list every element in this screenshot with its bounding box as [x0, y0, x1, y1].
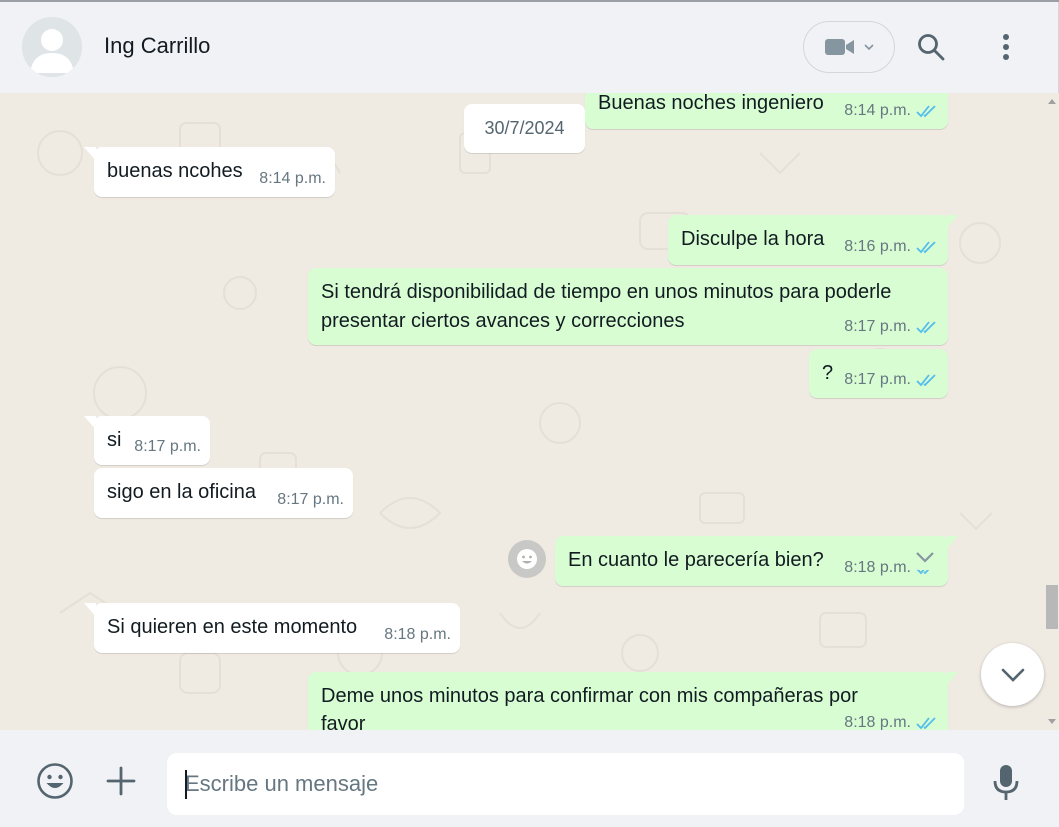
bubble-tail	[946, 215, 958, 229]
chat-header: Ing Carrillo	[0, 2, 1059, 93]
react-button[interactable]	[508, 540, 546, 578]
chevron-down-icon	[864, 44, 874, 51]
bubble-tail	[84, 416, 96, 430]
double-check-icon	[916, 240, 936, 253]
search-icon	[918, 34, 945, 61]
message-text: sigo en la oficina	[107, 481, 256, 503]
video-call-button[interactable]	[803, 21, 895, 73]
message-time: 8:18 p.m.	[844, 714, 911, 730]
message-meta: 8:17 p.m.	[277, 485, 344, 514]
compose-bar	[0, 730, 1059, 827]
smiley-icon	[517, 549, 537, 569]
plus-icon	[106, 766, 136, 796]
menu-button[interactable]	[990, 28, 1022, 66]
message-incoming[interactable]: si 8:17 p.m.	[84, 416, 210, 465]
message-text: Disculpe la hora	[681, 228, 825, 250]
emoji-button[interactable]	[34, 760, 76, 802]
double-check-icon	[916, 717, 936, 730]
message-time: 8:17 p.m.	[844, 371, 911, 388]
chevron-down-icon	[1001, 668, 1024, 682]
contact-name[interactable]: Ing Carrillo	[104, 33, 210, 59]
scroll-down-arrow-icon[interactable]	[1048, 719, 1056, 724]
message-meta: 8:17 p.m.	[844, 365, 938, 394]
message-meta: 8:18 p.m.	[384, 620, 451, 649]
search-button[interactable]	[912, 28, 950, 66]
message-outgoing[interactable]: En cuanto le parecería bien? 8:18 p.m.	[555, 536, 958, 586]
double-check-icon	[916, 373, 936, 386]
scrollbar[interactable]	[1043, 93, 1059, 730]
message-incoming[interactable]: buenas ncohes 8:14 p.m.	[84, 147, 335, 197]
message-text: buenas ncohes	[107, 160, 243, 182]
message-incoming[interactable]: sigo en la oficina 8:17 p.m.	[94, 468, 353, 518]
avatar[interactable]	[22, 17, 82, 77]
message-incoming[interactable]: Si quieren en este momento 8:18 p.m.	[84, 603, 460, 653]
message-text: Buenas noches ingeniero	[598, 93, 824, 114]
double-check-icon	[916, 320, 936, 333]
vertical-dots-icon	[1003, 34, 1009, 60]
message-meta: 8:16 p.m.	[844, 232, 938, 261]
message-text: Si tendrá disponibilidad de tiempo en un…	[321, 281, 892, 332]
default-avatar-icon	[22, 17, 82, 77]
message-text: ?	[822, 362, 834, 384]
bubble-tail	[946, 536, 958, 550]
voice-message-button[interactable]	[988, 762, 1024, 804]
scrollbar-thumb[interactable]	[1046, 585, 1058, 629]
scroll-up-arrow-icon[interactable]	[1048, 99, 1056, 104]
message-time: 8:16 p.m.	[844, 238, 911, 255]
message-meta: 8:14 p.m.	[259, 164, 326, 193]
message-time: 8:14 p.m.	[844, 102, 911, 119]
microphone-icon	[993, 765, 1019, 800]
message-meta: 8:14 p.m.	[844, 96, 938, 125]
message-text: si	[107, 429, 122, 451]
text-cursor	[185, 770, 187, 799]
emoji-icon	[37, 763, 73, 799]
message-menu-button[interactable]	[912, 544, 938, 570]
video-camera-icon	[825, 39, 854, 55]
double-check-icon	[916, 104, 936, 117]
message-input[interactable]	[167, 753, 964, 815]
message-time: 8:18 p.m.	[844, 559, 911, 576]
message-outgoing[interactable]: Disculpe la hora 8:16 p.m.	[668, 215, 958, 265]
bubble-tail	[946, 672, 958, 686]
message-time: 8:18 p.m.	[384, 626, 451, 643]
scroll-to-bottom-button[interactable]	[981, 643, 1044, 706]
message-text: Si quieren en este momento	[107, 616, 358, 638]
message-outgoing[interactable]: ? 8:17 p.m.	[809, 349, 948, 398]
message-outgoing[interactable]: Deme unos minutos para confirmar con mis…	[308, 672, 958, 730]
message-time: 8:17 p.m.	[134, 438, 201, 455]
message-time: 8:14 p.m.	[259, 170, 326, 187]
attach-button[interactable]	[102, 762, 140, 800]
message-time: 8:17 p.m.	[844, 318, 911, 335]
message-list[interactable]: Buenas noches ingeniero 8:14 p.m. 30/7/2…	[0, 93, 1059, 730]
message-outgoing[interactable]: Buenas noches ingeniero 8:14 p.m.	[585, 93, 948, 129]
bubble-tail	[84, 603, 96, 617]
message-text: Deme unos minutos para confirmar con mis…	[321, 685, 858, 730]
bubble-tail	[84, 147, 96, 161]
message-text: En cuanto le parecería bien?	[568, 549, 824, 571]
message-meta: 8:17 p.m.	[844, 312, 938, 341]
chevron-down-icon	[916, 552, 934, 563]
message-outgoing[interactable]: Si tendrá disponibilidad de tiempo en un…	[308, 268, 948, 345]
date-separator: 30/7/2024	[464, 104, 585, 153]
message-meta: 8:18 p.m.	[844, 709, 938, 730]
message-meta: 8:17 p.m.	[134, 432, 201, 461]
message-time: 8:17 p.m.	[277, 491, 344, 508]
